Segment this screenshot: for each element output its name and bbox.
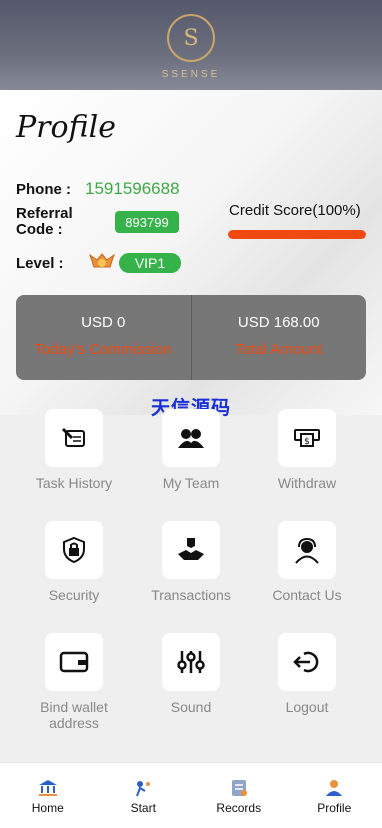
level-label: Level : bbox=[16, 255, 64, 272]
svg-text:$: $ bbox=[304, 437, 310, 447]
brand-name: SSENSE bbox=[161, 69, 221, 80]
logout-icon bbox=[278, 633, 336, 691]
phone-value: 1591596688 bbox=[85, 179, 180, 198]
nav-profile[interactable]: Profile bbox=[287, 763, 382, 828]
handshake-icon bbox=[162, 521, 220, 579]
earnings-summary: USD 0 Today's Commission USD 168.00 Tota… bbox=[16, 295, 366, 380]
user-icon bbox=[326, 780, 343, 796]
menu-security[interactable]: Security bbox=[14, 521, 134, 603]
cash-icon: $ bbox=[278, 409, 336, 467]
nav-start[interactable]: Start bbox=[96, 763, 192, 828]
brand-logo-letter: S bbox=[183, 25, 199, 51]
phone-label: Phone : bbox=[16, 181, 71, 198]
menu-label: Bind wallet address bbox=[40, 699, 108, 731]
menu-transactions[interactable]: Transactions bbox=[131, 521, 251, 603]
scroll-quill-icon bbox=[45, 409, 103, 467]
vip-medal-icon bbox=[88, 251, 116, 273]
menu-bind-wallet[interactable]: Bind wallet address bbox=[14, 633, 134, 731]
headset-icon bbox=[278, 521, 336, 579]
shield-lock-icon bbox=[45, 521, 103, 579]
today-commission-value: USD 0 bbox=[81, 314, 126, 331]
start-icon bbox=[136, 781, 151, 797]
menu-task-history[interactable]: Task History bbox=[14, 409, 134, 491]
menu-label: Logout bbox=[285, 699, 329, 715]
menu-logout[interactable]: Logout bbox=[247, 633, 367, 715]
app-header: S SSENSE bbox=[0, 0, 382, 90]
credit-score-bar bbox=[228, 230, 366, 239]
nav-label-records: Records bbox=[216, 801, 262, 815]
records-icon bbox=[231, 780, 247, 796]
menu-label: My Team bbox=[162, 475, 220, 491]
team-icon bbox=[162, 409, 220, 467]
menu-label: Security bbox=[48, 587, 100, 603]
today-commission-label: Today's Commission bbox=[34, 341, 172, 358]
menu-contact-us[interactable]: Contact Us bbox=[247, 521, 367, 603]
nav-home[interactable]: Home bbox=[0, 763, 96, 828]
menu-label: Task History bbox=[35, 475, 113, 491]
nav-label-home: Home bbox=[31, 801, 64, 815]
nav-records[interactable]: Records bbox=[191, 763, 287, 828]
menu-withdraw[interactable]: $ Withdraw bbox=[247, 409, 367, 491]
brand-logo: S bbox=[167, 14, 215, 62]
menu-sound[interactable]: Sound bbox=[131, 633, 251, 715]
menu-label: Contact Us bbox=[272, 587, 342, 603]
nav-label-start: Start bbox=[130, 801, 156, 815]
referral-label: Referral Code : bbox=[16, 206, 73, 238]
profile-panel: Profile Phone : 1591596688 Referral Code… bbox=[0, 90, 382, 415]
page-title: Profile bbox=[16, 110, 116, 145]
referral-label-line1: Referral bbox=[16, 205, 73, 222]
bottom-nav: Home Start Records Profile bbox=[0, 762, 382, 828]
menu-label: Withdraw bbox=[277, 475, 337, 491]
credit-score-label: Credit Score(100%) bbox=[229, 202, 361, 219]
credit-score-fill bbox=[228, 230, 366, 239]
today-commission-stat: USD 0 Today's Commission bbox=[16, 295, 191, 380]
wallet-icon bbox=[45, 633, 103, 691]
vip-level-badge: VIP1 bbox=[119, 253, 181, 273]
menu-label: Transactions bbox=[151, 587, 231, 603]
menu-my-team[interactable]: My Team bbox=[131, 409, 251, 491]
nav-label-profile: Profile bbox=[317, 801, 352, 815]
bank-icon bbox=[38, 780, 57, 796]
total-amount-value: USD 168.00 bbox=[237, 314, 320, 331]
total-amount-label: Total Amount bbox=[235, 341, 323, 358]
total-amount-stat: USD 168.00 Total Amount bbox=[190, 295, 367, 380]
referral-code-badge[interactable]: 893799 bbox=[115, 211, 179, 233]
menu-label: Sound bbox=[170, 699, 212, 715]
sliders-icon bbox=[162, 633, 220, 691]
referral-label-line2: Code : bbox=[16, 221, 63, 238]
